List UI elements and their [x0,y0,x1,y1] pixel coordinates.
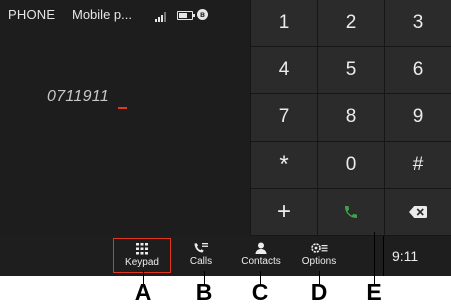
backspace-icon [409,205,427,218]
nav-calls-label: Calls [189,256,213,267]
callout-c: C [251,279,269,305]
callout-line-e [374,232,375,285]
nav-keypad[interactable]: Keypad [113,238,171,273]
key-8[interactable]: 8 [317,94,384,142]
dial-panel: PHONE Mobile p... ʙ 0711911 [0,0,250,236]
nav-contacts[interactable]: Contacts [234,238,288,273]
key-9[interactable]: 9 [384,94,451,142]
bottom-nav-bar: Keypad Calls Contacts Options 9:11 [0,236,451,276]
signal-icon [155,12,169,22]
key-0[interactable]: 0 [317,141,384,189]
contact-person-icon [255,242,267,254]
text-cursor [118,107,127,109]
key-1[interactable]: 1 [250,0,317,48]
nav-contacts-label: Contacts [241,256,281,267]
bluetooth-icon: ʙ [197,9,208,20]
call-button[interactable] [317,188,384,236]
phone-screen: PHONE Mobile p... ʙ 0711911 1 2 3 4 5 6 … [0,0,451,276]
dialed-number: 0711911 [47,88,110,105]
status-bar: PHONE Mobile p... ʙ [0,0,250,28]
app-title: PHONE [8,7,56,22]
nav-options-label: Options [301,256,337,267]
keypad: 1 2 3 4 5 6 7 8 9 * 0 # + [250,0,451,236]
key-3[interactable]: 3 [384,0,451,48]
phone-call-icon [345,205,357,218]
key-4[interactable]: 4 [250,47,317,95]
battery-icon [177,11,195,20]
callout-d: D [310,279,328,305]
key-6[interactable]: 6 [384,47,451,95]
key-hash[interactable]: # [384,141,451,189]
key-5[interactable]: 5 [317,47,384,95]
bar-divider [383,236,384,276]
key-7[interactable]: 7 [250,94,317,142]
nav-calls[interactable]: Calls [180,238,222,273]
key-plus[interactable]: + [250,188,317,236]
keypad-grid-icon [136,243,148,255]
callout-a: A [134,279,152,305]
callout-b: B [195,279,213,305]
network-name: Mobile p... [72,7,132,22]
key-star[interactable]: * [250,141,317,189]
call-list-icon [194,243,208,253]
delete-button[interactable] [384,188,451,236]
options-gear-icon [311,243,328,253]
callout-e: E [366,279,382,305]
clock: 9:11 [392,248,419,264]
nav-keypad-label: Keypad [125,257,159,268]
key-2[interactable]: 2 [317,0,384,48]
nav-options[interactable]: Options [296,238,342,273]
